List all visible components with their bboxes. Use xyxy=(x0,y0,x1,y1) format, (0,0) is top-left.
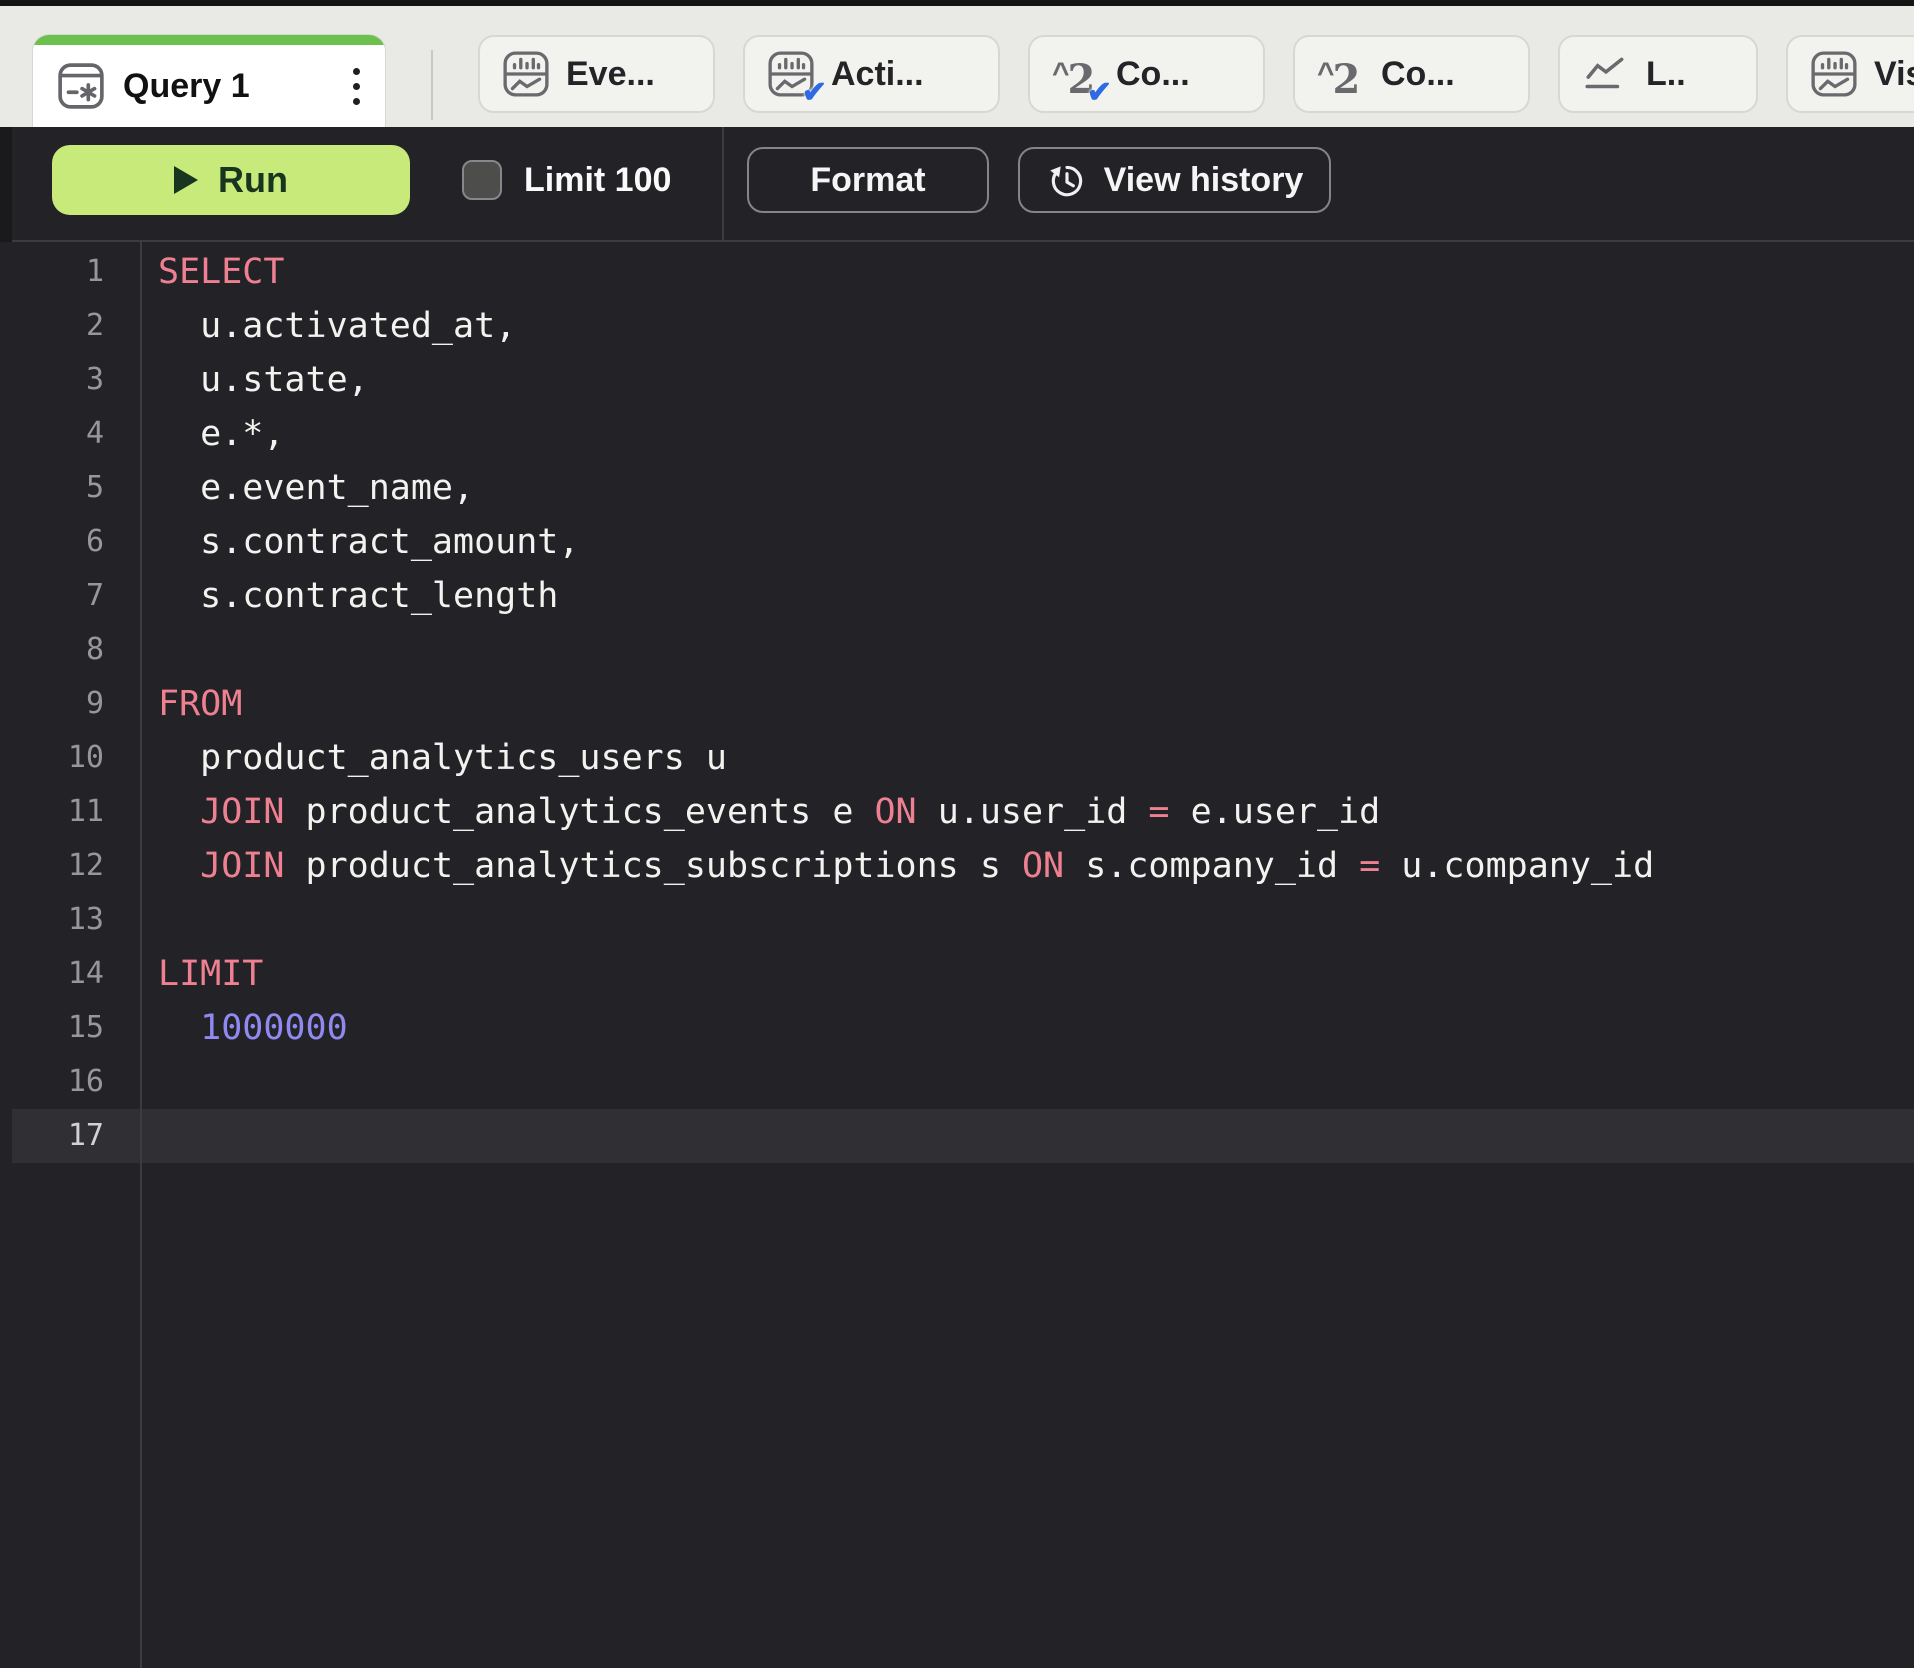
code-text: s.contract_amount, xyxy=(158,522,580,562)
line-number: 15 xyxy=(67,1010,104,1045)
code-line-13[interactable]: 13 xyxy=(0,893,1914,947)
code-line-8[interactable]: 8 xyxy=(0,623,1914,677)
line-number: 3 xyxy=(85,362,104,397)
number-cell-icon: ^2 xyxy=(1317,56,1361,103)
tab-label: Vis... xyxy=(1874,54,1914,93)
tab-label: Co... xyxy=(1381,54,1455,93)
code-line-16[interactable]: 16 xyxy=(0,1055,1914,1109)
line-number: 5 xyxy=(85,470,104,505)
tab-events[interactable]: Eve... xyxy=(478,35,715,113)
line-number: 13 xyxy=(67,902,104,937)
code-line-6[interactable]: 6 s.contract_amount, xyxy=(0,515,1914,569)
code-text: LIMIT xyxy=(158,954,264,994)
chart-cell-icon: ✔ xyxy=(767,50,827,108)
play-icon xyxy=(174,166,198,194)
code-line-17[interactable]: 17 xyxy=(12,1109,1914,1163)
line-number: 8 xyxy=(85,632,104,667)
line-number: 10 xyxy=(67,740,104,775)
tab-menu-kebab-icon[interactable] xyxy=(351,67,361,105)
code-line-1[interactable]: 1 SELECT xyxy=(0,245,1914,299)
code-line-5[interactable]: 5 e.event_name, xyxy=(0,461,1914,515)
format-button[interactable]: Format xyxy=(747,147,989,213)
view-history-button[interactable]: View history xyxy=(1018,147,1331,213)
sql-editor[interactable]: 1 SELECT 2 u.activated_at, 3 u.state, 4 e.*,… xyxy=(0,242,1914,1668)
tab-label: Eve... xyxy=(566,54,655,93)
line-number: 4 xyxy=(85,416,104,451)
code-text: e.*, xyxy=(158,414,285,454)
checkmark-badge-icon: ✔ xyxy=(801,76,827,109)
tab-label: L.. xyxy=(1646,54,1686,93)
tab-separator xyxy=(431,50,433,120)
code-text: 1000000 xyxy=(158,1008,348,1048)
line-number: 16 xyxy=(67,1064,104,1099)
tab-activation[interactable]: ✔ Acti... xyxy=(743,35,1000,113)
line-number: 17 xyxy=(67,1118,104,1153)
number-cell-icon: ^2 ✔ xyxy=(1052,56,1112,109)
query-toolbar: Run Limit 100 Format View history xyxy=(0,127,1914,242)
code-text: SELECT xyxy=(158,252,285,292)
line-number: 12 xyxy=(67,848,104,883)
code-line-9[interactable]: 9 FROM xyxy=(0,677,1914,731)
code-line-12[interactable]: 12 JOIN product_analytics_subscriptions … xyxy=(0,839,1914,893)
code-text: e.event_name, xyxy=(158,468,475,508)
limit-label: Limit 100 xyxy=(524,160,672,199)
code-text: JOIN product_analytics_events e ON u.use… xyxy=(200,792,1381,832)
chart-cell-icon xyxy=(1810,50,1858,98)
tab-visualization[interactable]: Vis... xyxy=(1786,35,1914,113)
code-line-2[interactable]: 2 u.activated_at, xyxy=(0,299,1914,353)
run-button[interactable]: Run xyxy=(52,145,410,215)
line-number: 7 xyxy=(85,578,104,613)
tab-bar: Query 1 Eve... ✔ Acti... ^2 ✔ Co... ^2 C… xyxy=(0,6,1914,127)
tab-label: Co... xyxy=(1116,54,1190,93)
code-line-7[interactable]: 7 s.contract_length xyxy=(0,569,1914,623)
code-line-3[interactable]: 3 u.state, xyxy=(0,353,1914,407)
limit-toggle[interactable]: Limit 100 xyxy=(462,145,671,215)
code-line-11[interactable]: 11 JOIN product_analytics_events e ON u.… xyxy=(0,785,1914,839)
code-text: u.state, xyxy=(158,360,369,400)
code-text: JOIN product_analytics_subscriptions s O… xyxy=(200,846,1655,886)
tab-query-1[interactable]: Query 1 xyxy=(33,35,385,127)
code-line-4[interactable]: 4 e.*, xyxy=(0,407,1914,461)
code-text: s.contract_length xyxy=(158,576,559,616)
code-line-15[interactable]: 15 1000000 xyxy=(0,1001,1914,1055)
line-number: 9 xyxy=(85,686,104,721)
checkmark-badge-icon: ✔ xyxy=(1086,76,1112,109)
tab-line-chart[interactable]: L.. xyxy=(1558,35,1758,113)
tab-label: Acti... xyxy=(831,54,924,93)
tab-conversion-2[interactable]: ^2 Co... xyxy=(1293,35,1530,113)
limit-checkbox[interactable] xyxy=(462,160,502,200)
line-number: 11 xyxy=(67,794,104,829)
line-number: 6 xyxy=(85,524,104,559)
line-number: 2 xyxy=(85,308,104,343)
code-text: product_analytics_users u xyxy=(158,738,727,778)
line-chart-icon xyxy=(1582,50,1630,98)
tab-conversion-1[interactable]: ^2 ✔ Co... xyxy=(1028,35,1265,113)
code-line-10[interactable]: 10 product_analytics_users u xyxy=(0,731,1914,785)
query-cell-icon xyxy=(57,62,105,110)
line-number: 1 xyxy=(85,254,104,289)
code-line-14[interactable]: 14 LIMIT xyxy=(0,947,1914,1001)
history-icon xyxy=(1046,159,1088,201)
tab-label: Query 1 xyxy=(123,66,250,105)
code-text: u.activated_at, xyxy=(158,306,517,346)
active-tab-accent-bar xyxy=(33,35,385,45)
code-text: FROM xyxy=(158,684,243,724)
toolbar-divider xyxy=(722,127,724,240)
code-lines: 1 SELECT 2 u.activated_at, 3 u.state, 4 e.*,… xyxy=(0,245,1914,1163)
chart-cell-icon xyxy=(502,50,550,98)
gutter-divider xyxy=(140,242,142,1668)
line-number: 14 xyxy=(67,956,104,991)
